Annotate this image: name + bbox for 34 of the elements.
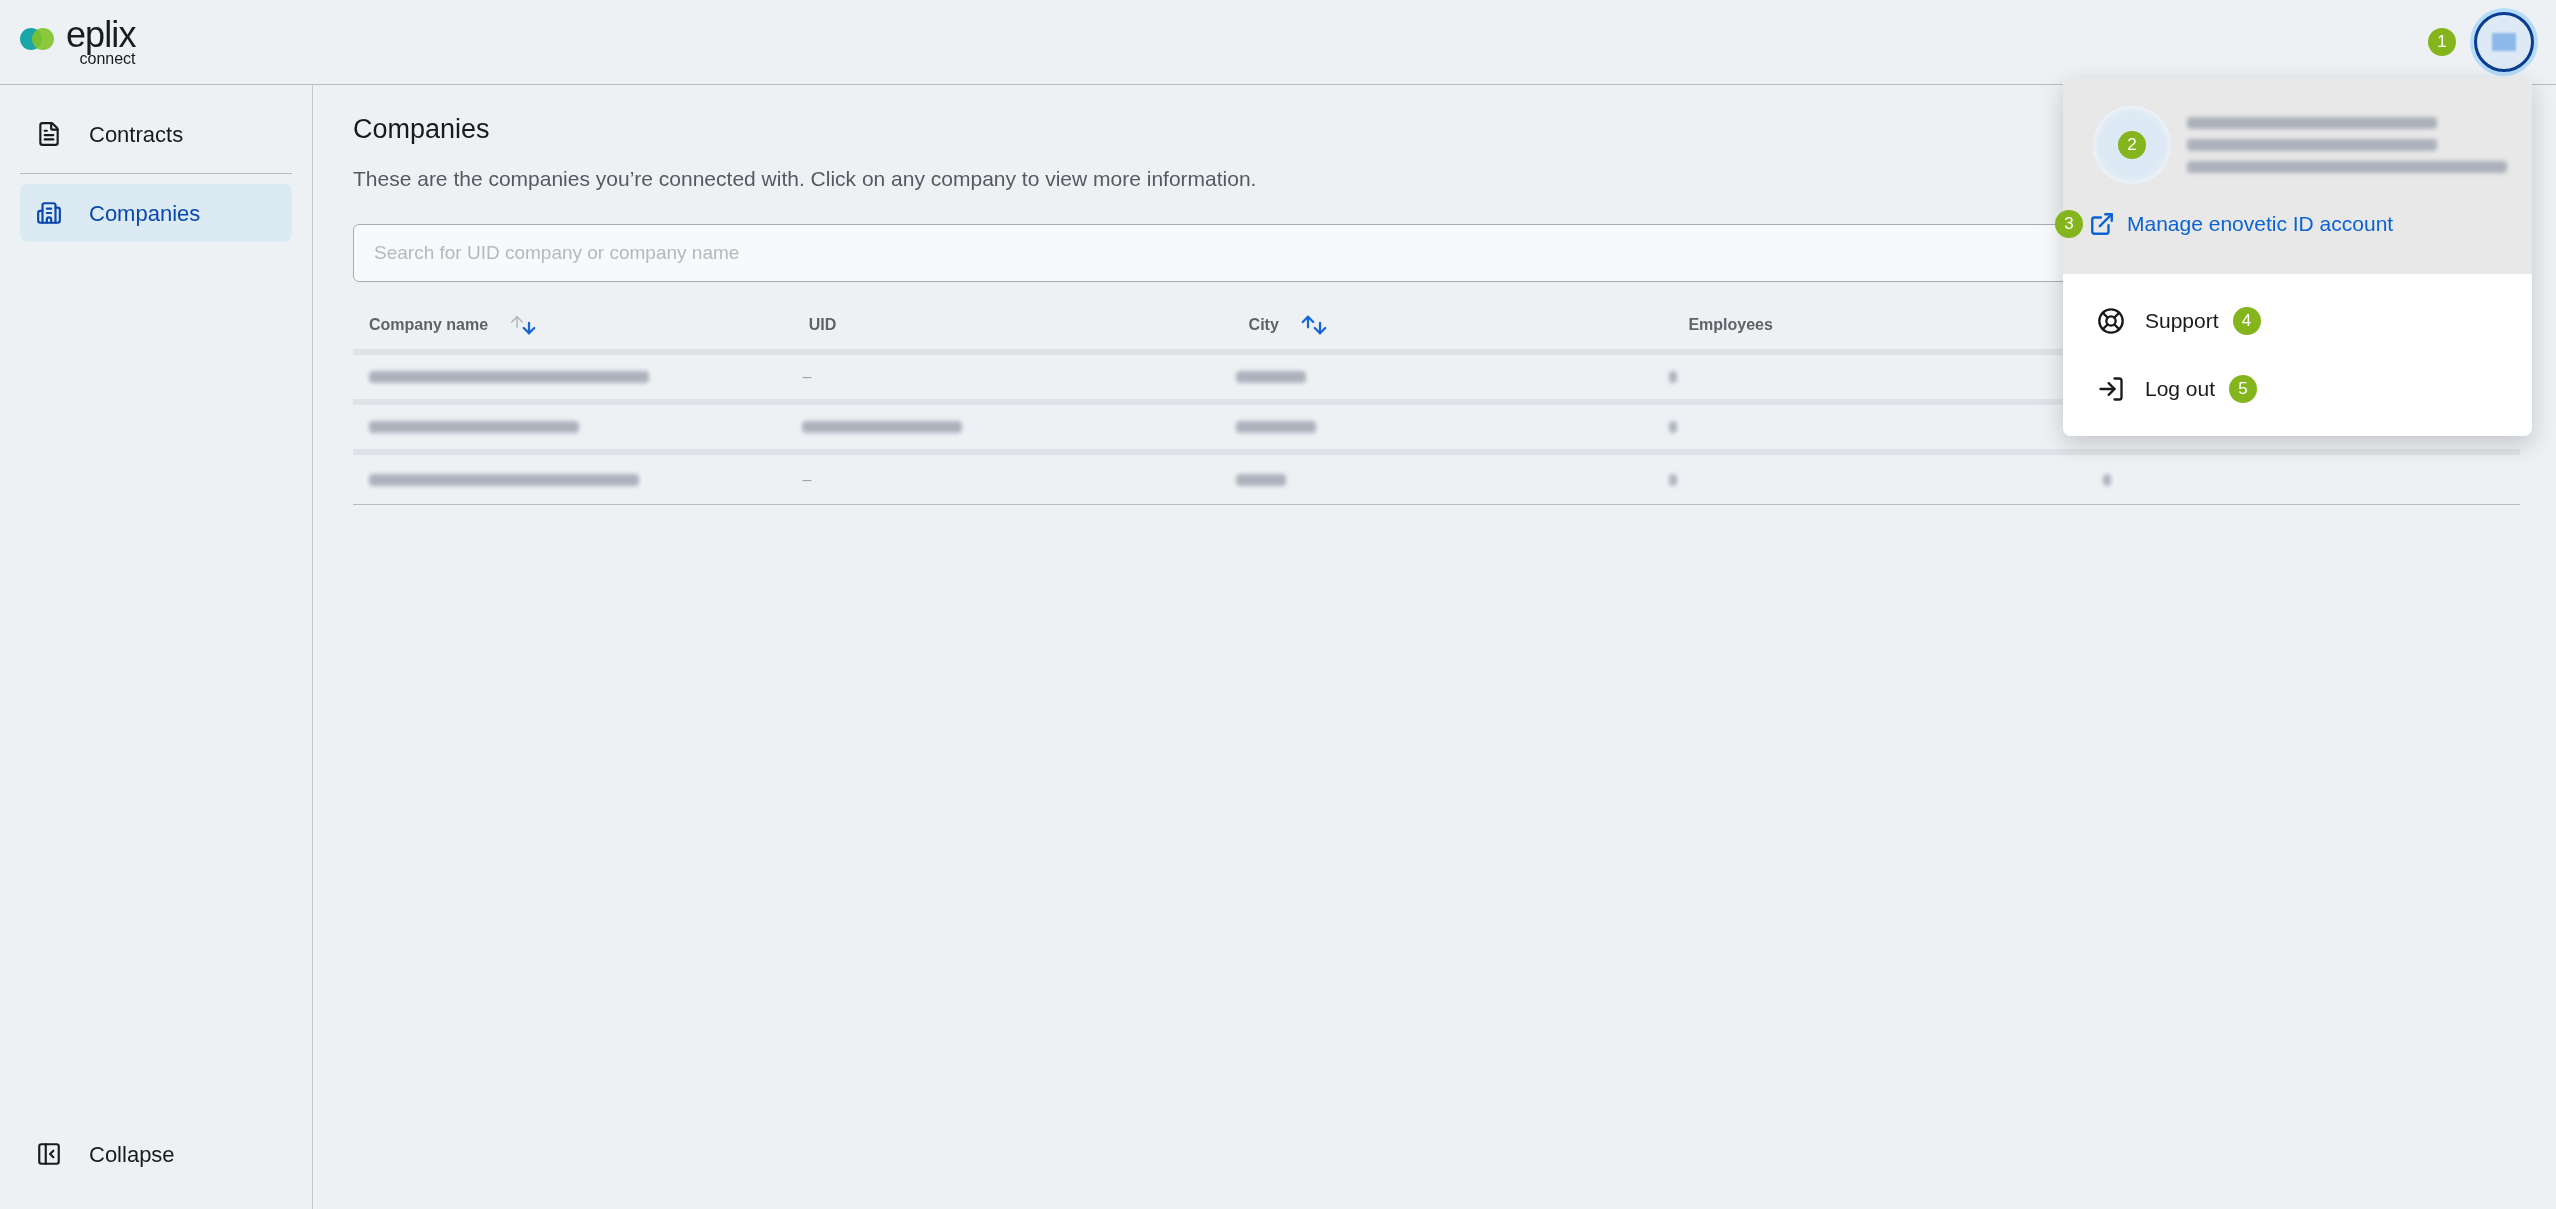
redacted-text xyxy=(1669,421,1678,434)
column-header[interactable]: City xyxy=(1248,312,1279,337)
document-icon xyxy=(36,121,62,147)
redacted-text xyxy=(1235,473,1286,486)
number-badge: 5 xyxy=(2229,374,2258,403)
number-badge: 2 xyxy=(2118,131,2146,159)
number-badge: 4 xyxy=(2232,306,2261,335)
logo-wordmark: eplix xyxy=(66,17,136,53)
logo-icon xyxy=(20,27,54,51)
page-subtitle: These are the companies you’re connected with. Click on any company to view more information. xyxy=(353,165,1257,192)
number-badge: 1 xyxy=(2428,28,2456,56)
logo[interactable]: eplix connect xyxy=(20,17,136,67)
external-link-icon xyxy=(2089,210,2115,237)
lifebuoy-icon xyxy=(2097,306,2125,335)
column-header[interactable]: Company name xyxy=(369,312,489,337)
redacted-text xyxy=(1235,371,1306,384)
building-icon xyxy=(36,200,62,226)
collapse-button[interactable]: Collapse xyxy=(20,1129,292,1179)
menu-item[interactable]: Support xyxy=(2097,304,2219,337)
sidebar-item[interactable]: Contracts xyxy=(20,105,292,163)
redacted-text xyxy=(1669,371,1678,384)
column-header: Employees xyxy=(1688,314,1773,335)
avatar-icon xyxy=(2492,33,2516,51)
sidebar-item[interactable]: Companies xyxy=(20,184,292,242)
redacted-text xyxy=(2102,473,2111,486)
table-cell-text: – xyxy=(802,367,812,388)
avatar-button[interactable] xyxy=(2474,12,2534,72)
number-badge: 3 xyxy=(2055,209,2083,238)
collapse-sidebar-icon xyxy=(36,1141,62,1167)
menu-item[interactable]: Log out xyxy=(2097,372,2216,405)
table-cell-text: – xyxy=(802,469,812,490)
redacted-text xyxy=(1669,473,1678,486)
column-header: UID xyxy=(808,314,837,335)
page-title: Companies xyxy=(353,113,490,146)
